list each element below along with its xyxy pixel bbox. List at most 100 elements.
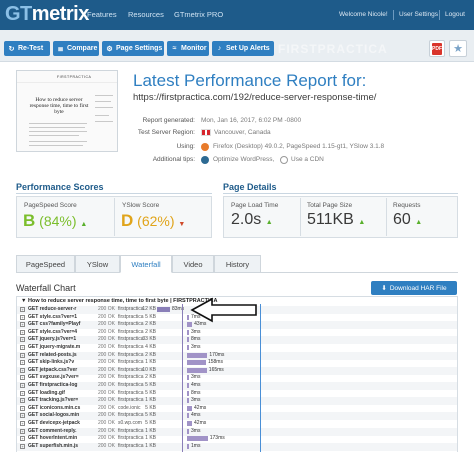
request-name: GET hoverIntent.min — [28, 435, 78, 442]
expand-icon[interactable]: + — [20, 398, 25, 404]
monitor-button[interactable]: ≈ Monitor — [167, 41, 209, 56]
request-status: 200 OK — [98, 420, 115, 426]
tab-pagespeed[interactable]: PageSpeed — [16, 255, 75, 273]
user-settings-link[interactable]: User Settings — [399, 11, 438, 18]
download-har-button[interactable]: ⬇ Download HAR File — [371, 281, 457, 295]
request-size: 1 KB — [145, 427, 156, 434]
expand-icon[interactable]: + — [20, 329, 25, 335]
nav-features[interactable]: Features — [87, 10, 117, 19]
request-name: GET reduce-server-r — [28, 306, 77, 312]
request-status: 200 OK — [98, 412, 115, 419]
expand-icon[interactable]: + — [20, 436, 25, 442]
expand-icon[interactable]: + — [20, 352, 25, 358]
setup-alerts-button[interactable]: ♪ Set Up Alerts — [212, 41, 274, 56]
tab-waterfall[interactable]: Waterfall — [120, 255, 172, 273]
expand-icon[interactable]: + — [20, 367, 25, 373]
expand-icon[interactable]: + — [20, 307, 25, 312]
request-size: 5 KB — [145, 404, 156, 411]
arrow-up-icon: ▲ — [415, 219, 423, 226]
nav-gtmetrix-pro[interactable]: GTmetrix PRO — [174, 10, 223, 19]
request-size: 33 KB — [142, 336, 156, 343]
timing-label: 4ms — [191, 382, 201, 388]
logout-link[interactable]: Logout — [445, 11, 465, 18]
timing-bar — [187, 413, 189, 419]
timeline-marker — [260, 304, 261, 452]
expand-icon[interactable]: + — [20, 405, 25, 411]
timing-label: 3ms — [191, 344, 201, 350]
expand-icon[interactable]: + — [20, 322, 25, 328]
request-name: GET jquery-migrate.m — [28, 344, 81, 350]
expand-icon[interactable]: + — [20, 360, 25, 366]
region-value: Vancouver, Canada — [214, 129, 271, 136]
page-settings-button[interactable]: ⚙ Page Settings — [102, 41, 164, 56]
waterfall-chart-title: Waterfall Chart — [16, 283, 76, 293]
report-url[interactable]: https://firstpractica.com/192/reduce-ser… — [133, 92, 376, 103]
bell-icon: ♪ — [217, 45, 222, 52]
expand-icon[interactable]: + — [20, 345, 25, 350]
request-size: 1 KB — [145, 397, 156, 404]
tab-history[interactable]: History — [214, 255, 261, 273]
request-name: GET social-logos.min — [28, 412, 80, 419]
timing-bar — [187, 314, 189, 320]
request-name: GET superfish.min.js — [28, 442, 79, 449]
canada-flag-icon — [201, 129, 211, 136]
timing-bar — [187, 367, 207, 373]
request-size: 5 KB — [145, 313, 156, 320]
expand-icon[interactable]: + — [20, 337, 25, 343]
total-page-size-value: 511KB ▲ — [307, 211, 366, 228]
expand-icon[interactable]: + — [20, 375, 25, 381]
expand-icon[interactable]: + — [20, 428, 25, 434]
star-button[interactable]: ★ — [449, 40, 467, 57]
timing-label: 3ms — [191, 397, 201, 404]
expand-icon[interactable]: + — [20, 383, 25, 388]
request-size: 5 KB — [145, 389, 156, 396]
request-name: GET tracking.js?ver= — [28, 397, 79, 404]
compare-button[interactable]: ≣ Compare — [53, 41, 99, 56]
request-name: GET jquery.js?ver=1 — [28, 336, 77, 343]
annotation-arrow-icon — [190, 297, 257, 323]
expand-icon[interactable]: + — [20, 421, 25, 426]
request-status: 200 OK — [98, 382, 115, 388]
download-pdf-button[interactable]: PDF — [429, 40, 445, 57]
timing-bar — [187, 383, 189, 388]
tab-yslow[interactable]: YSlow — [75, 255, 120, 273]
request-size: 5 KB — [145, 382, 156, 388]
expand-icon[interactable]: + — [20, 314, 25, 320]
pagespeed-score-value: B (84%) ▲ — [23, 211, 88, 230]
request-size: 2 KB — [145, 351, 156, 358]
request-size: 2 KB — [145, 328, 156, 335]
gtmetrix-logo[interactable]: GTmetrix — [5, 3, 89, 26]
request-name: GET skip-links.js?v — [28, 359, 75, 366]
page-screenshot-thumbnail[interactable]: FIRSTPRACTICA How to reduce server respo… — [16, 70, 118, 152]
request-status: 200 OK — [98, 397, 115, 404]
request-status: 200 OK — [98, 344, 115, 350]
timing-label: 170ms — [209, 351, 225, 358]
expand-icon[interactable]: + — [20, 443, 25, 449]
request-size: 1 KB — [145, 442, 156, 449]
retest-button[interactable]: ↻ Re-Test — [4, 41, 50, 56]
request-status: 200 OK — [98, 336, 115, 343]
cell-divider — [300, 198, 301, 236]
expand-icon[interactable]: + — [20, 413, 25, 419]
waterfall-page-header[interactable]: ▼ How to reduce server response time, ti… — [21, 298, 217, 304]
expand-icon[interactable]: + — [20, 390, 25, 396]
timing-bar — [187, 436, 208, 442]
section-rule — [223, 193, 458, 194]
generated-value: Mon, Jan 16, 2017, 6:02 PM -0800 — [201, 117, 302, 124]
request-name: GET iconicons.min.cs — [28, 404, 81, 411]
waterfall-row[interactable]: + GET superfish.min.js 200 OK firstpractica… — [20, 443, 456, 451]
timing-label: 158ms — [207, 359, 223, 366]
nav-resources[interactable]: Resources — [128, 10, 164, 19]
tip-use-cdn[interactable]: Use a CDN — [291, 156, 324, 163]
request-name: GET svgxuse.js?ver= — [28, 374, 79, 381]
timing-label: 1ms — [191, 442, 201, 449]
region-label: Test Server Region: — [137, 129, 195, 136]
request-name: GET jetpack.css?ver — [28, 366, 78, 373]
request-size: 12 KB — [142, 306, 156, 312]
timing-bar — [187, 375, 189, 381]
tip-optimize-wordpress[interactable]: Optimize WordPress, — [213, 156, 274, 163]
nav-divider — [439, 10, 440, 20]
timing-bar — [187, 428, 189, 434]
tab-video[interactable]: Video — [172, 255, 214, 273]
expand-all-icon[interactable]: ▼ — [21, 298, 26, 304]
